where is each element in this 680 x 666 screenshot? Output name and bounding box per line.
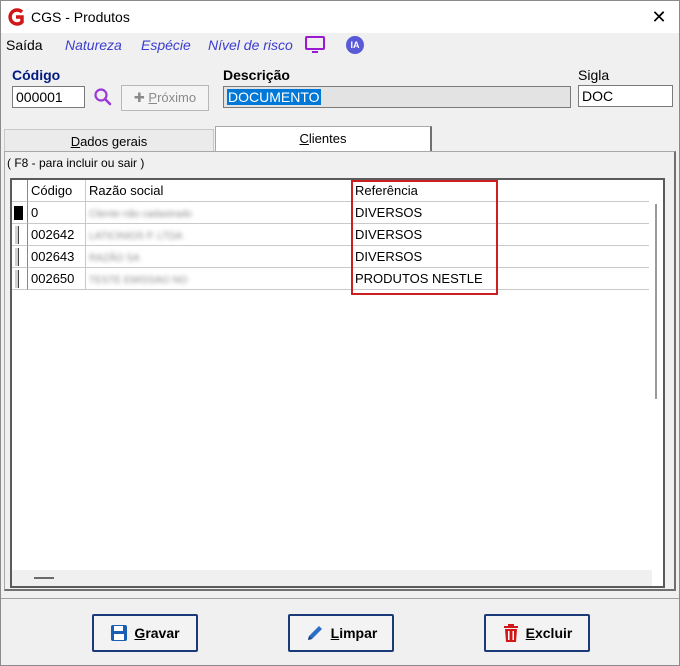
- limpar-label: Limpar: [330, 625, 378, 641]
- excluir-label-rest: xcluir: [534, 625, 573, 641]
- row-indicator[interactable]: [12, 268, 28, 290]
- header-indicator: [12, 180, 28, 202]
- proximo-button[interactable]: ✚ Próximo: [121, 85, 209, 111]
- menu-saida[interactable]: Saída: [6, 37, 43, 53]
- row-indicator[interactable]: [12, 202, 28, 224]
- descricao-input[interactable]: DOCUMENTO: [223, 86, 571, 108]
- limpar-button[interactable]: Limpar: [288, 614, 394, 652]
- horizontal-scroll-thumb[interactable]: [34, 577, 54, 579]
- menu-natureza[interactable]: Natureza: [65, 37, 122, 53]
- cell-referencia[interactable]: DIVERSOS: [352, 202, 652, 224]
- cell-razao-social[interactable]: LATICINIOS P. LTDA: [86, 224, 352, 246]
- redacted-text: Cliente não cadastrado: [89, 209, 192, 220]
- horizontal-scrollbar[interactable]: [12, 570, 652, 586]
- descricao-value: DOCUMENTO: [227, 89, 321, 105]
- descricao-label: Descrição: [223, 67, 290, 83]
- gravar-label-rest: ravar: [145, 625, 180, 641]
- vertical-scrollbar[interactable]: [649, 180, 663, 570]
- column-header-codigo[interactable]: Código: [28, 180, 86, 202]
- row-edge: [15, 226, 19, 244]
- floppy-disk-icon: [111, 625, 128, 641]
- cgs-logo-icon: [8, 8, 24, 26]
- window-title: CGS - Produtos: [31, 9, 130, 25]
- cell-razao-social[interactable]: Cliente não cadastrado: [86, 202, 352, 224]
- ia-assistant-icon[interactable]: IA: [346, 36, 364, 54]
- cell-codigo[interactable]: 002650: [28, 268, 86, 290]
- cell-referencia[interactable]: DIVERSOS: [352, 246, 652, 268]
- plus-icon: ✚: [133, 90, 145, 105]
- sigla-label: Sigla: [578, 67, 610, 83]
- vertical-scroll-thumb[interactable]: [655, 204, 657, 399]
- redacted-text: RAZÃO SA: [89, 253, 140, 264]
- excluir-button[interactable]: Excluir: [484, 614, 590, 652]
- footer-divider: [1, 598, 679, 599]
- gravar-label: Gravar: [134, 625, 180, 641]
- tab-dados-gerais[interactable]: Dados gerais: [4, 129, 214, 152]
- monitor-icon[interactable]: [304, 35, 326, 55]
- cell-razao-social[interactable]: TESTE EMISSAO NO: [86, 268, 352, 290]
- tab-clientes-label: Clientes: [299, 131, 347, 146]
- column-header-razao-social[interactable]: Razão social: [86, 180, 352, 202]
- codigo-input[interactable]: 000001: [12, 86, 85, 108]
- pencil-icon: [307, 626, 322, 640]
- cell-referencia[interactable]: DIVERSOS: [352, 224, 652, 246]
- excluir-label: Excluir: [525, 625, 573, 641]
- redacted-text: TESTE EMISSAO NO: [89, 275, 188, 286]
- current-row-marker-icon: [14, 206, 23, 220]
- menu-especie[interactable]: Espécie: [141, 37, 191, 53]
- hint-text: ( F8 - para incluir ou sair ): [7, 156, 145, 170]
- cell-codigo[interactable]: 0: [28, 202, 86, 224]
- cell-razao-social[interactable]: RAZÃO SA: [86, 246, 352, 268]
- column-header-referencia[interactable]: Referência: [352, 180, 652, 202]
- row-indicator[interactable]: [12, 224, 28, 246]
- menu-bar: Saída Natureza Espécie Nível de risco IA: [1, 33, 679, 57]
- cell-codigo[interactable]: 002643: [28, 246, 86, 268]
- row-edge: [15, 248, 19, 266]
- cell-referencia[interactable]: PRODUTOS NESTLE: [352, 268, 652, 290]
- codigo-label: Código: [12, 67, 61, 83]
- close-button[interactable]: ✕: [649, 7, 669, 27]
- main-window: CGS - Produtos ✕ Saída Natureza Espécie …: [0, 0, 680, 666]
- row-edge: [15, 270, 19, 288]
- title-bar: CGS - Produtos ✕: [1, 1, 679, 33]
- grid-body: Código Razão social Referência 0 Cliente…: [12, 180, 652, 570]
- sigla-input[interactable]: DOC: [578, 85, 673, 107]
- search-icon[interactable]: [93, 87, 113, 107]
- limpar-label-rest: impar: [339, 625, 378, 641]
- menu-nivel-de-risco[interactable]: Nível de risco: [208, 37, 293, 53]
- tab-clientes[interactable]: Clientes: [215, 126, 432, 152]
- clientes-grid[interactable]: Código Razão social Referência 0 Cliente…: [10, 178, 665, 588]
- trash-icon: [503, 624, 518, 642]
- redacted-text: LATICINIOS P. LTDA: [89, 231, 183, 242]
- proximo-label: Próximo: [148, 90, 197, 105]
- tab-dados-gerais-label: Dados gerais: [70, 134, 148, 149]
- gravar-button[interactable]: Gravar: [92, 614, 198, 652]
- cell-codigo[interactable]: 002642: [28, 224, 86, 246]
- row-indicator[interactable]: [12, 246, 28, 268]
